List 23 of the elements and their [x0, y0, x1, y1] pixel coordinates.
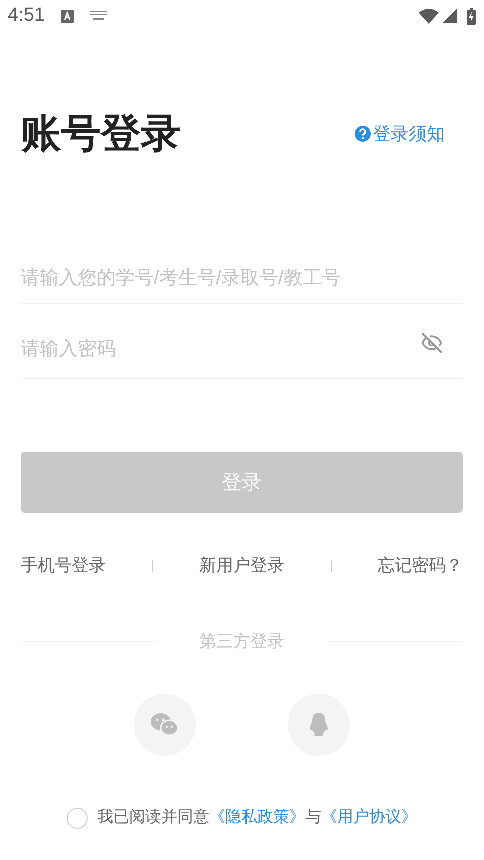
login-option-link[interactable]: 忘记密码？: [378, 553, 463, 578]
agreement-text: 与: [306, 808, 322, 828]
login-option-link[interactable]: 手机号登录: [21, 553, 106, 578]
penguin-icon: [309, 713, 329, 737]
eye-slash-icon[interactable]: [421, 332, 443, 354]
wifi-icon: [419, 8, 439, 24]
text-input-icon: [60, 10, 74, 22]
signal-icon: [443, 9, 457, 23]
third-party-label: 第三方登录: [198, 630, 286, 652]
agreement-text: 我已阅读并同意: [98, 808, 210, 828]
battery-charging-icon: [467, 8, 476, 24]
login-notice-link[interactable]: 登录须知: [355, 120, 445, 148]
help-icon: [355, 126, 371, 142]
login-option-link[interactable]: 新用户登录: [200, 553, 284, 578]
page-title: 账号登录: [21, 111, 181, 158]
keyboard-icon: [90, 11, 107, 21]
password-field[interactable]: 请输入密码: [21, 336, 421, 364]
clock-time: 4:51: [8, 4, 45, 28]
account-field[interactable]: 请输入您的学号/考生号/录取号/教工号: [21, 254, 463, 304]
user-agreement-link[interactable]: 《用户协议》: [322, 806, 418, 830]
agreement-checkbox[interactable]: [66, 808, 88, 828]
privacy-policy-link[interactable]: 《隐私政策》: [210, 806, 306, 830]
chat-bubbles-icon: [151, 713, 179, 737]
